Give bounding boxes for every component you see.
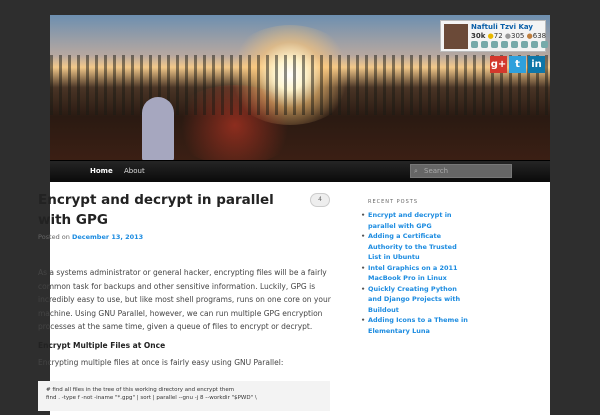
recent-post-link[interactable]: Intel Graphics on a 2011 MacBook Pro in …	[361, 263, 468, 284]
site-icons	[471, 41, 548, 48]
recent-post-link[interactable]: Encrypt and decrypt in parallel with GPG	[361, 210, 468, 231]
posted-on-label: Posted on	[38, 233, 70, 241]
tree-line	[50, 55, 550, 115]
post-meta: Posted on December 13, 2013	[38, 233, 143, 241]
code-block: # find all files in the tree of this wor…	[38, 381, 330, 411]
post-intro: As a systems administrator or general ha…	[38, 268, 331, 331]
recent-post-link[interactable]: Quickly Creating Python and Django Proje…	[361, 284, 468, 316]
silver-badges: 305	[511, 32, 525, 40]
gold-badges: 72	[493, 32, 503, 40]
google-plus-icon[interactable]: g+	[490, 56, 507, 73]
flair-stats: 30k ●72 ●305 ●638	[471, 32, 547, 40]
recent-posts-heading: RECENT POSTS	[368, 199, 419, 205]
code-line: # find all files in the tree of this wor…	[46, 387, 235, 393]
search-input[interactable]: ⌕ Search	[410, 164, 512, 178]
post-title[interactable]: Encrypt and decrypt in parallel with GPG	[38, 190, 298, 230]
sidebar: RECENT POSTS Encrypt and decrypt in para…	[361, 199, 468, 336]
search-icon: ⌕	[414, 167, 418, 175]
post-date-link[interactable]: December 13, 2013	[72, 233, 143, 241]
section-heading: Encrypt Multiple Files at Once	[38, 341, 166, 350]
stackexchange-flair[interactable]: Naftuli Tzvi Kay 30k ●72 ●305 ●638	[440, 20, 548, 52]
avatar	[444, 24, 468, 49]
person-figure	[142, 97, 174, 160]
twitter-icon[interactable]: t	[509, 56, 526, 73]
flair-name: Naftuli Tzvi Kay	[471, 23, 533, 31]
search-placeholder: Search	[424, 167, 449, 175]
main-nav: Home About ⌕ Search	[50, 160, 550, 182]
header-image: Naftuli Tzvi Kay 30k ●72 ●305 ●638 g+ t …	[50, 15, 550, 160]
reputation: 30k	[471, 32, 486, 40]
nav-about[interactable]: About	[124, 167, 145, 175]
nav-home[interactable]: Home	[90, 167, 113, 175]
recent-post-link[interactable]: Adding a Certificate Authority to the Tr…	[361, 231, 468, 263]
linkedin-icon[interactable]: in	[528, 56, 545, 73]
section-lead: Encrypting multiple files at once is fai…	[38, 358, 284, 367]
comments-count[interactable]: 4	[310, 193, 330, 207]
recent-post-link[interactable]: Adding Icons to a Theme in Elementary Lu…	[361, 315, 468, 336]
bronze-badges: 638	[532, 32, 547, 40]
code-line: find . -type f -not -iname "*.gpg" | sor…	[46, 395, 257, 401]
